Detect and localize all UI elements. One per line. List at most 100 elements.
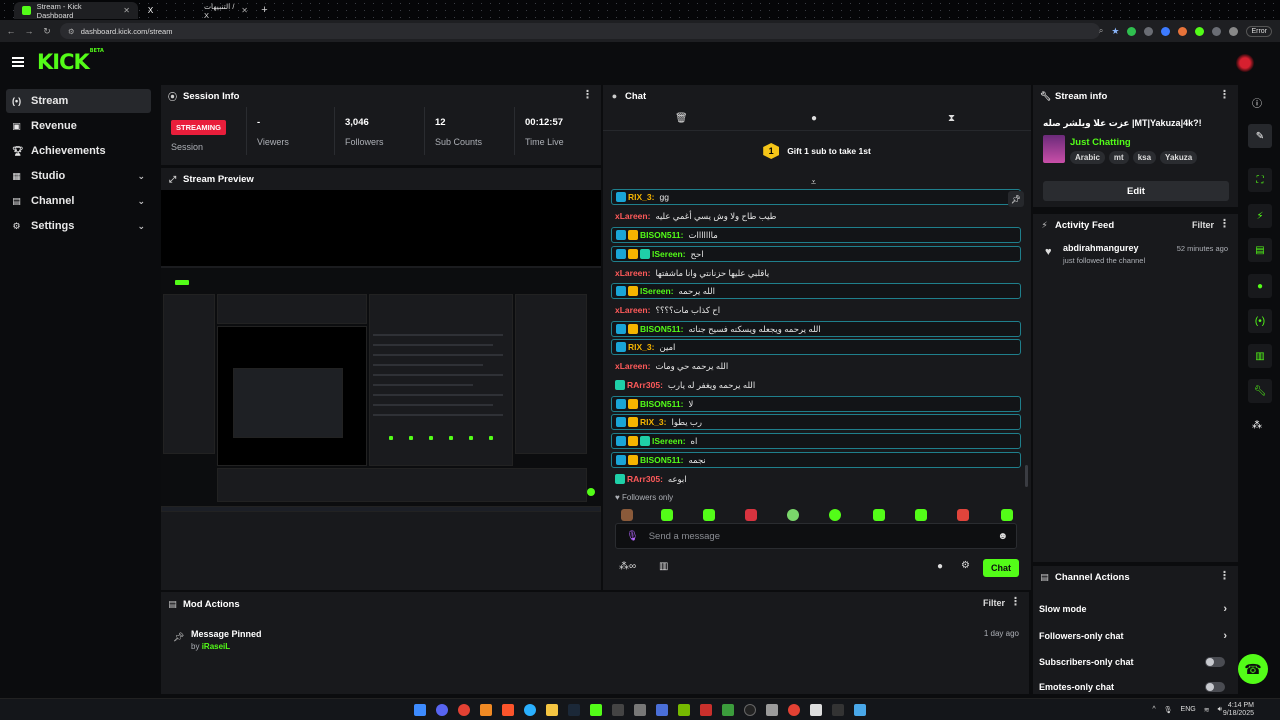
chat-scrollbar[interactable]	[1025, 465, 1028, 487]
nvidia-icon[interactable]	[678, 704, 690, 716]
chat-message[interactable]: xLareen: اح كذاب مات؟؟؟؟	[611, 302, 1021, 318]
edge-icon[interactable]	[524, 704, 536, 716]
app-icon[interactable]	[700, 704, 712, 716]
volume-icon[interactable]: 🔊︎	[1218, 706, 1222, 714]
emote-icon[interactable]	[661, 509, 673, 521]
chat-message[interactable]: RIX_3: gg	[611, 189, 1021, 205]
slow-mode-row[interactable]: Slow mode ›	[1039, 600, 1229, 618]
kick-points-icon[interactable]: ⁂∞	[619, 561, 636, 572]
edit-stream-info-button[interactable]: Edit	[1043, 181, 1229, 201]
chat-username[interactable]: RArr305:	[627, 380, 663, 390]
chat-username[interactable]: xLareen:	[615, 305, 650, 315]
steam-icon[interactable]	[568, 704, 580, 716]
chat-message[interactable]: RArr305: الله يرحمه ويغفر له يارب	[611, 377, 1021, 393]
microphone-icon[interactable]: 🎙︎	[626, 531, 639, 542]
chat-message[interactable]: xLareen: طيب طاح ولا وش يسي أغمي عليه	[611, 208, 1021, 224]
app-icon[interactable]	[612, 704, 624, 716]
layout-icon[interactable]: ▥	[1248, 344, 1272, 368]
filter-button[interactable]: Filter	[1192, 220, 1214, 230]
chat-message[interactable]: RIX_3: رب يطوا	[611, 414, 1021, 430]
chat-message[interactable]: lSereen: الله يرحمه	[611, 283, 1021, 299]
profile-avatar[interactable]	[1229, 26, 1239, 36]
emote-icon[interactable]	[1001, 509, 1013, 521]
chat-message[interactable]: BISON511: لا	[611, 396, 1021, 412]
chat-username[interactable]: BISON511:	[640, 399, 683, 409]
chat-message[interactable]: BISON511: مااااااات	[611, 227, 1021, 243]
info-icon[interactable]: ⓘ	[1252, 95, 1262, 110]
chat-message[interactable]: RArr305: ابوعه	[611, 471, 1021, 487]
chat-username[interactable]: RIX_3:	[628, 342, 654, 352]
emote-icon[interactable]	[703, 509, 715, 521]
app-icon[interactable]	[480, 704, 492, 716]
chat-username[interactable]: BISON511:	[640, 324, 683, 334]
app-icon[interactable]	[788, 704, 800, 716]
xbox-icon[interactable]	[722, 704, 734, 716]
chat-message[interactable]: xLareen: ياقلبي عليها حزنانتي وانا ماشفته…	[611, 265, 1021, 281]
emoji-icon[interactable]: ☻	[997, 531, 1008, 542]
tab-close-icon[interactable]: ✕	[241, 6, 248, 15]
brave-icon[interactable]	[502, 704, 514, 716]
store-icon[interactable]: ▥	[659, 561, 668, 572]
chat-username[interactable]: BISON511:	[640, 455, 683, 465]
discord-icon[interactable]	[436, 704, 448, 716]
chrome-icon[interactable]	[458, 704, 470, 716]
browser-tab-x[interactable]: X	[138, 2, 194, 19]
extension-icon[interactable]	[1144, 26, 1154, 36]
gift-sub-banner[interactable]: 1 Gift 1 sub to take 1st	[603, 131, 1031, 171]
error-button[interactable]: Error	[1246, 25, 1272, 37]
emote-icon[interactable]	[957, 509, 969, 521]
kebab-menu-icon[interactable]: ⋮	[1219, 571, 1230, 582]
sidebar-item-channel[interactable]: ▤ Channel ⌄	[6, 189, 151, 213]
new-tab-plus-icon[interactable]: +	[258, 4, 271, 17]
emote-icon[interactable]	[873, 509, 885, 521]
wifi-icon[interactable]: ≋	[1204, 706, 1210, 714]
windows-start-icon[interactable]	[414, 704, 426, 716]
chat-username[interactable]: BISON511:	[640, 230, 683, 240]
chat-message[interactable]: lSereen: احح	[611, 246, 1021, 262]
gear-icon[interactable]: ⚙	[961, 560, 970, 571]
kebab-menu-icon[interactable]: ⋮	[1219, 219, 1230, 230]
zoom-icon[interactable]: ⌕	[1099, 26, 1103, 36]
hamburger-menu-icon[interactable]	[12, 57, 24, 67]
folder-icon[interactable]	[546, 704, 558, 716]
language-indicator[interactable]: ENG	[1181, 706, 1196, 714]
chat-username[interactable]: RArr305:	[627, 474, 663, 484]
chat-bubble-icon[interactable]: ●	[1248, 274, 1272, 298]
activity-username[interactable]: abdirahmangurey	[1063, 243, 1139, 253]
chat-bubble-icon[interactable]: ●	[937, 561, 943, 572]
chat-username[interactable]: RIX_3:	[628, 192, 654, 202]
emote-icon[interactable]	[621, 509, 633, 521]
site-info-icon[interactable]: ⚙	[68, 27, 75, 36]
send-chat-button[interactable]: Chat	[983, 559, 1019, 577]
extension-icon[interactable]	[1195, 26, 1205, 36]
scroll-down-icon[interactable]: ⩡	[811, 177, 816, 188]
trash-icon[interactable]: 🗑︎	[675, 113, 688, 124]
extensions-puzzle-icon[interactable]	[1212, 26, 1222, 36]
bookmark-star-icon[interactable]: ★	[1111, 26, 1119, 37]
kebab-menu-icon[interactable]: ⋮	[1010, 597, 1021, 608]
pencil-icon[interactable]: ✎	[1248, 124, 1272, 148]
emote-icon[interactable]	[787, 509, 799, 521]
chat-username[interactable]: xLareen:	[615, 211, 650, 221]
chat-message[interactable]: xLareen: الله يرحمه حي ومات	[611, 358, 1021, 374]
system-clock[interactable]: 4:14 PM 9/18/2025	[1223, 702, 1254, 718]
chat-username[interactable]: lSereen:	[652, 249, 686, 259]
chat-message[interactable]: RIX_3: امين	[611, 339, 1021, 355]
send-message-input[interactable]: 🎙︎ Send a message ☻	[615, 523, 1017, 549]
app-icon[interactable]	[656, 704, 668, 716]
emote-icon[interactable]	[829, 509, 841, 521]
browser-tab-notifications[interactable]: التنبيهات / X ✕	[196, 2, 256, 20]
lightning-icon[interactable]: ⚡︎	[1248, 204, 1272, 228]
chat-username[interactable]: xLareen:	[615, 268, 650, 278]
app-icon[interactable]	[634, 704, 646, 716]
obs-icon[interactable]	[744, 704, 756, 716]
kick-app-icon[interactable]	[590, 704, 602, 716]
app-icon[interactable]	[766, 704, 778, 716]
broadcast-icon[interactable]: (•)	[1248, 309, 1272, 333]
community-icon[interactable]: ⁂	[1252, 420, 1262, 431]
hourglass-icon[interactable]: ⧗	[948, 113, 955, 124]
chat-settings-icon[interactable]: ●	[811, 113, 817, 124]
document-icon[interactable]: ▤	[1248, 238, 1272, 262]
app-icon[interactable]	[854, 704, 866, 716]
sidebar-item-achievements[interactable]: 🏆︎ Achievements	[6, 139, 151, 163]
